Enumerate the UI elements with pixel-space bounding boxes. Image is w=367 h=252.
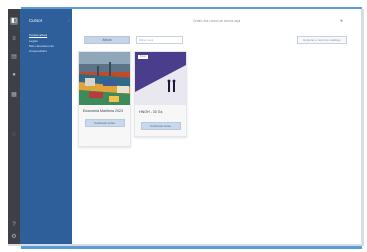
calendar-icon[interactable]: ▦ <box>11 92 17 98</box>
people-icon[interactable]: ● <box>11 72 17 78</box>
help-icon[interactable]: ? <box>11 222 17 228</box>
sidebar-title: Cursor <box>29 18 43 23</box>
sidebar-item-no-cancel[interactable]: Não cancelamento <box>29 44 54 48</box>
chat-icon[interactable]: ◌ <box>11 132 17 138</box>
course-title: Economia Marítima 2023 <box>83 109 123 113</box>
active-filter-button[interactable]: Ativos <box>84 36 130 44</box>
course-thumbnail-silhouette: Novo <box>135 52 186 105</box>
course-card[interactable]: Economia Marítima 2023 Continuar curso <box>78 51 131 147</box>
continue-course-button[interactable]: Continuar curso <box>84 119 125 128</box>
continue-course-button[interactable]: Continuar curso <box>140 122 181 131</box>
user-icon[interactable]: ● <box>340 18 343 24</box>
sidebar-item-active-courses[interactable]: Cursos ativos <box>29 33 47 37</box>
sidebar-item-regret[interactable]: Arrependidos <box>29 49 47 53</box>
courses-icon[interactable]: ▤ <box>11 54 17 60</box>
sidebar-item-legal[interactable]: Legais <box>29 39 38 43</box>
explore-catalog-button[interactable]: Explorar o resto do catálogo <box>297 36 347 44</box>
app-icon[interactable]: ◧ <box>10 17 18 25</box>
course-card[interactable]: Novo HNOH - 30 Gs Continuar curso <box>134 51 187 137</box>
main-content: ‹ Centro dos cursos de cursos aqui ● Ati… <box>68 9 361 244</box>
page-title: Centro dos cursos de cursos aqui <box>192 19 241 23</box>
menu-icon[interactable]: ≡ <box>11 36 17 42</box>
icon-rail: ◧ ≡ ▤ ● ▦ ◌ ? ⚙ <box>8 9 20 244</box>
collapse-sidebar-icon[interactable]: ‹ <box>68 18 70 24</box>
new-badge: Novo <box>138 55 149 59</box>
course-thumbnail-ships <box>79 52 130 105</box>
app-window: ◧ ≡ ▤ ● ▦ ◌ ? ⚙ Cursor Cursos ativos Leg… <box>8 9 361 244</box>
settings-icon[interactable]: ⚙ <box>11 234 17 240</box>
filter-input[interactable]: Filtrar aqui <box>136 36 183 44</box>
course-sidebar: Cursor Cursos ativos Legais Não cancelam… <box>20 9 72 244</box>
